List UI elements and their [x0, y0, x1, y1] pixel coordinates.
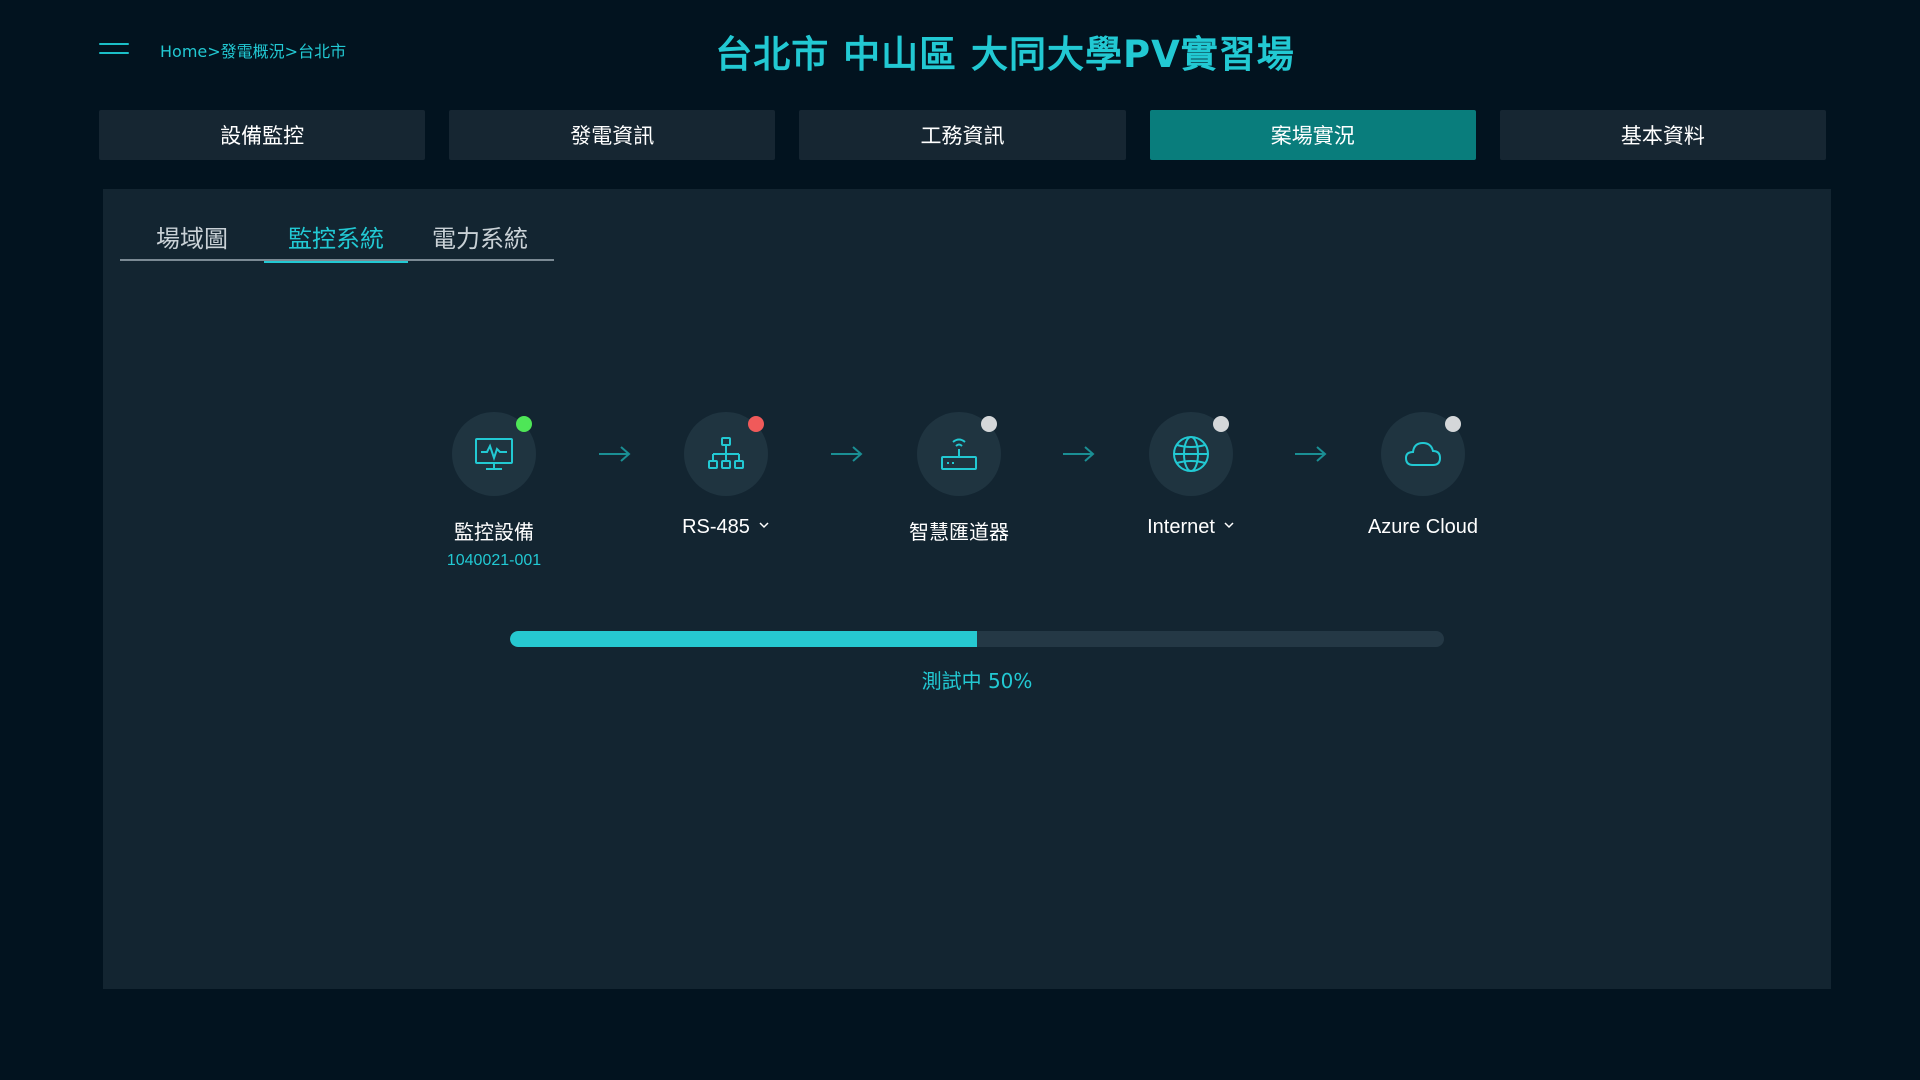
node-label-text: Internet — [1147, 516, 1215, 538]
status-dot-online — [516, 416, 532, 432]
node-label: 智慧匯道器 — [909, 522, 1009, 544]
node-internet: Internet — [1101, 412, 1281, 572]
status-dot-unknown — [1445, 416, 1461, 432]
node-label: Azure Cloud — [1367, 516, 1479, 538]
arrow-right-icon — [599, 446, 631, 462]
globe-icon — [1173, 436, 1209, 472]
cloud-icon — [1404, 441, 1442, 466]
node-label: RS-485 — [636, 516, 816, 539]
tab-device-monitoring[interactable]: 設備監控 — [99, 110, 426, 160]
node-label: Internet — [1101, 516, 1281, 539]
subtab-power-system[interactable]: 電力系統 — [408, 217, 552, 261]
sub-tabs: 場域圖 監控系統 電力系統 — [120, 217, 554, 263]
arrow-right-icon — [831, 446, 863, 462]
status-dot-unknown — [981, 416, 997, 432]
status-dot-unknown — [1213, 416, 1229, 432]
main-tabs: 設備監控 發電資訊 工務資訊 案場實況 基本資料 — [99, 110, 1827, 160]
device-id: 1040021-001 — [446, 552, 542, 569]
chevron-down-icon[interactable] — [1223, 519, 1235, 531]
tab-engineering-info[interactable]: 工務資訊 — [799, 110, 1126, 160]
chevron-down-icon[interactable] — [758, 519, 770, 531]
top-bar: Home>發電概況>台北市 台北市 中山區 大同大學PV實習場 — [0, 0, 1920, 100]
node-label-text: RS-485 — [682, 516, 750, 538]
node-label: 監控設備 — [454, 522, 534, 544]
progress-bar — [510, 631, 1444, 647]
page-title: 台北市 中山區 大同大學PV實習場 — [715, 33, 1295, 76]
node-smart-gateway: 智慧匯道器 — [869, 412, 1049, 572]
subtab-monitoring-system[interactable]: 監控系統 — [264, 217, 408, 263]
network-icon — [708, 437, 744, 469]
arrow-right-icon — [1063, 446, 1095, 462]
node-monitoring-device: 監控設備 1040021-001 — [404, 412, 584, 572]
router-icon — [941, 438, 977, 470]
tab-basic-info[interactable]: 基本資料 — [1499, 110, 1827, 160]
tab-generation-info[interactable]: 發電資訊 — [449, 110, 776, 160]
subtab-site-map[interactable]: 場域圖 — [120, 217, 264, 261]
monitor-icon — [475, 438, 513, 470]
status-dot-error — [748, 416, 764, 432]
arrow-right-icon — [1295, 446, 1327, 462]
node-azure-cloud: Azure Cloud — [1333, 412, 1513, 572]
content-panel: 場域圖 監控系統 電力系統 監控設備 1040021-001 RS-485 智慧… — [103, 189, 1831, 989]
progress-fill — [510, 631, 977, 647]
tab-site-status[interactable]: 案場實況 — [1149, 110, 1476, 160]
progress-text: 測試中 50% — [921, 669, 1033, 693]
node-rs485: RS-485 — [636, 412, 816, 572]
